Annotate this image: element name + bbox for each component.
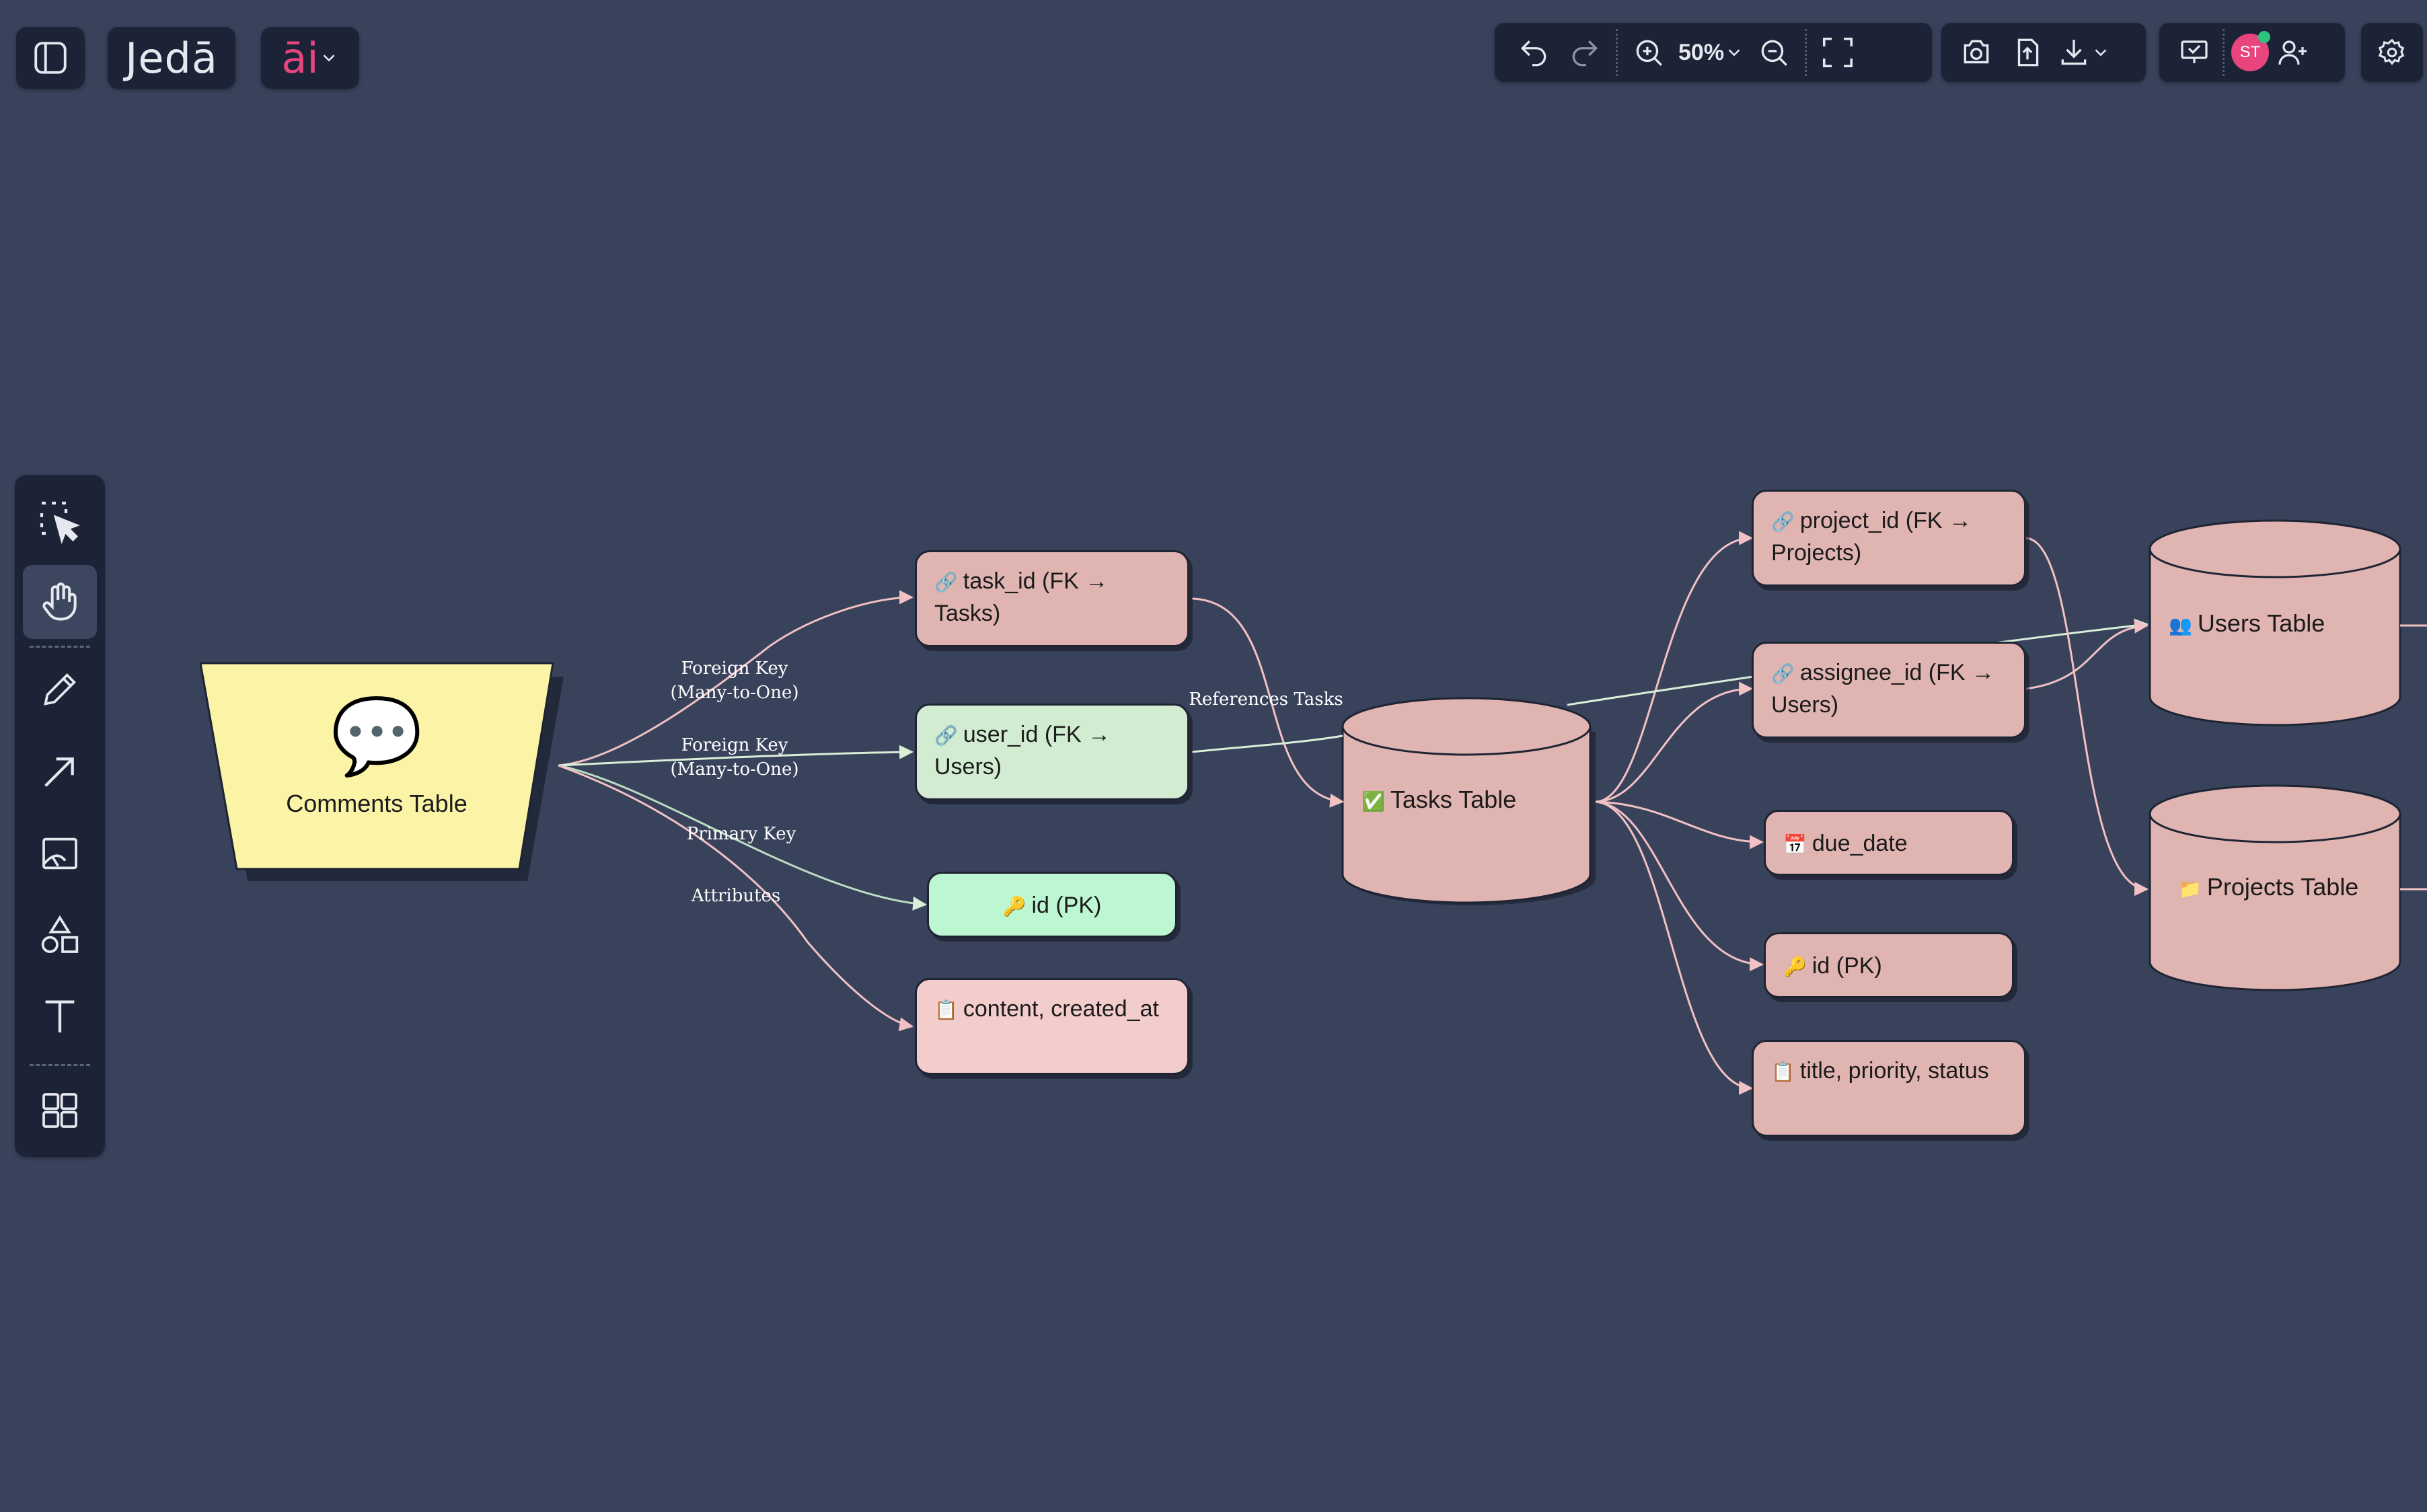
node-due-date[interactable]: 📅 due_date: [1764, 810, 2014, 876]
edge-due-date: [1595, 800, 1764, 849]
projects-table-label[interactable]: 📁 Projects Table: [2178, 873, 2358, 901]
edge-user-to-tasks: [1191, 734, 1343, 753]
comments-table-label-group[interactable]: 💬 Comments Table: [200, 693, 553, 818]
node-task-id[interactable]: 🔗 task_id (FK → Tasks): [915, 550, 1189, 647]
users-icon: 👥: [2169, 615, 2192, 636]
edge-project-to-projects: [2025, 537, 2149, 897]
checkmark-icon: ✅: [1361, 791, 1385, 812]
clipboard-icon: 📋: [1771, 1061, 1795, 1082]
edge-label-foreign-key-1: Foreign Key (Many-to-One): [670, 658, 799, 703]
edge-label-foreign-key-2: Foreign Key (Many-to-One): [670, 735, 799, 780]
key-icon: 🔑: [1002, 896, 1026, 917]
edge-project-id: [1595, 531, 1754, 803]
key-icon: 🔑: [1783, 956, 1807, 977]
link-icon: 🔗: [934, 725, 958, 746]
node-project-id[interactable]: 🔗 project_id (FK → Projects): [1752, 490, 2026, 587]
node-user-id[interactable]: 🔗 user_id (FK → Users): [915, 704, 1189, 800]
calendar-icon: 📅: [1783, 834, 1807, 855]
node-task-pk[interactable]: 🔑 id (PK): [1764, 932, 2014, 998]
node-comment-pk[interactable]: 🔑 id (PK): [927, 872, 1177, 938]
edge-label-references-tasks: References Tasks: [1189, 689, 1343, 710]
edge-label-attributes: Attributes: [691, 886, 781, 906]
edge-label-primary-key: Primary Key: [686, 824, 796, 844]
edge-assignee-to-users: [2025, 619, 2149, 690]
node-task-attributes[interactable]: 📋 title, priority, status: [1752, 1040, 2026, 1137]
tasks-table-label[interactable]: ✅ Tasks Table: [1361, 786, 1516, 814]
edge-task-pk: [1595, 800, 1764, 972]
edge-task-attrs: [1595, 800, 1754, 1095]
link-icon: 🔗: [1771, 511, 1795, 532]
clipboard-icon: 📋: [934, 999, 958, 1020]
comments-table-label: Comments Table: [286, 790, 468, 817]
node-content[interactable]: 📋 content, created_at: [915, 978, 1189, 1075]
users-table-label[interactable]: 👥 Users Table: [2169, 609, 2325, 638]
speech-bubble-icon: 💬: [330, 695, 423, 778]
folder-icon: 📁: [2178, 878, 2202, 899]
link-icon: 🔗: [934, 572, 958, 593]
node-assignee-id[interactable]: 🔗 assignee_id (FK → Users): [1752, 642, 2026, 739]
link-icon: 🔗: [1771, 663, 1795, 684]
